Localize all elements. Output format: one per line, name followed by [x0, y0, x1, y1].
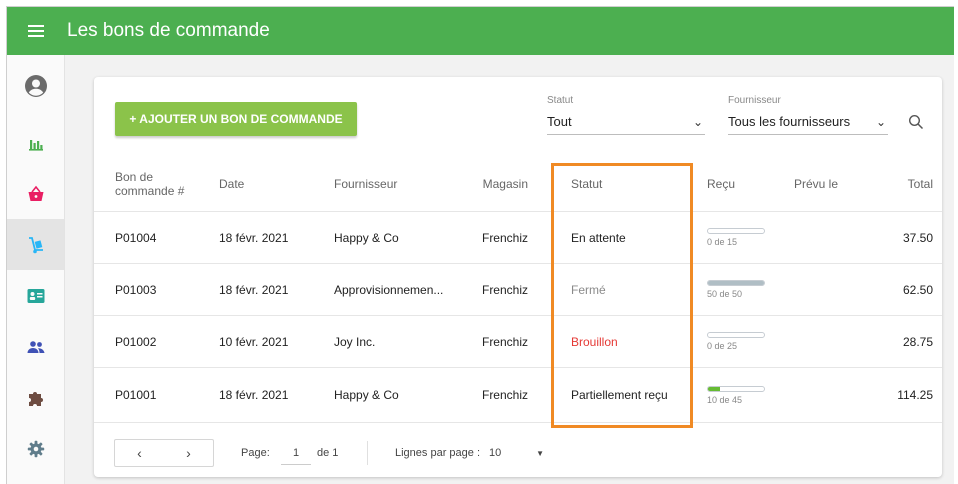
table-row[interactable]: P01001 18 févr. 2021 Happy & Co Frenchiz…	[94, 368, 942, 423]
status-badge: Partiellement reçu	[571, 388, 668, 402]
progress-bar	[707, 228, 765, 234]
table-row[interactable]: P01003 18 févr. 2021 Approvisionnemen...…	[94, 264, 942, 316]
received-count: 50 de 50	[707, 289, 743, 299]
sidebar-item-account[interactable]	[7, 55, 64, 117]
sidebar-item-reports[interactable]	[7, 117, 64, 168]
order-date: 18 févr. 2021	[219, 230, 289, 245]
received-count: 10 de 45	[707, 394, 743, 405]
sidebar-item-inventory[interactable]	[7, 219, 64, 270]
previous-page-button[interactable]: ‹	[115, 440, 164, 466]
supplier-filter[interactable]: Fournisseur Tous les fournisseurs ⌄	[728, 95, 888, 135]
sidebar-item-settings[interactable]	[7, 423, 64, 474]
received-count: 0 de 15	[707, 237, 738, 247]
contact-card-icon	[27, 288, 44, 303]
column-header-date[interactable]: Date	[219, 157, 244, 211]
column-header-expected[interactable]: Prévu le	[794, 157, 838, 211]
status-badge: Fermé	[571, 282, 606, 297]
table-footer: ‹ › Page: 1 de 1 Lignes par page : 10 ▼	[94, 432, 942, 472]
search-icon	[908, 114, 924, 130]
search-button[interactable]	[904, 110, 928, 134]
top-app-bar: Les bons de commande	[7, 7, 954, 55]
column-header-received[interactable]: Reçu	[707, 157, 735, 211]
chart-bar-icon	[28, 139, 43, 151]
order-total: 37.50	[902, 230, 933, 245]
next-page-button[interactable]: ›	[164, 440, 213, 466]
sidebar-item-employees[interactable]	[7, 321, 64, 372]
order-store: Frenchiz	[481, 334, 528, 349]
progress-fill	[708, 281, 764, 285]
sidebar	[7, 55, 65, 484]
status-filter-value: Tout	[547, 114, 572, 129]
order-supplier: Happy & Co	[334, 388, 399, 402]
footer-divider	[367, 441, 368, 465]
chevron-right-icon: ›	[186, 445, 191, 461]
received-progress: 10 de 45	[707, 368, 765, 422]
sidebar-item-customers[interactable]	[7, 270, 64, 321]
table-header: Bon de commande # Date Fournisseur Magas…	[94, 157, 942, 212]
pagination-controls: ‹ ›	[114, 439, 214, 467]
received-progress: 0 de 15	[707, 212, 765, 263]
hand-truck-icon	[28, 236, 43, 253]
order-supplier: Joy Inc.	[334, 334, 376, 349]
order-supplier: Approvisionnemen...	[334, 282, 444, 297]
column-header-total[interactable]: Total	[874, 157, 933, 211]
chevron-down-icon: ⌄	[875, 114, 886, 129]
order-total: 28.75	[902, 334, 933, 349]
page-label: Page:	[241, 447, 270, 459]
order-store: Frenchiz	[481, 282, 528, 297]
progress-bar	[707, 385, 765, 392]
sidebar-item-sales[interactable]	[7, 168, 64, 219]
chevron-left-icon: ‹	[137, 445, 142, 461]
order-number: P01003	[115, 282, 157, 297]
rows-per-page-select[interactable]: 10 ▼	[489, 439, 544, 467]
sidebar-item-integrations[interactable]	[7, 372, 64, 423]
table-row[interactable]: P01004 18 févr. 2021 Happy & Co Frenchiz…	[94, 212, 942, 264]
chevron-down-icon: ⌄	[692, 114, 703, 129]
page-number-input[interactable]: 1	[281, 441, 311, 465]
page-title: Les bons de commande	[67, 20, 270, 41]
order-store: Frenchiz	[481, 388, 528, 402]
order-store: Frenchiz	[481, 230, 528, 245]
account-circle-icon	[24, 75, 47, 97]
supplier-filter-label: Fournisseur	[728, 95, 781, 106]
order-date: 18 févr. 2021	[219, 388, 289, 402]
order-number: P01004	[115, 230, 157, 245]
basket-icon	[28, 185, 43, 201]
progress-fill	[708, 386, 721, 391]
order-number: P01002	[115, 334, 157, 349]
caret-down-icon: ▼	[536, 448, 544, 458]
app-window: Les bons de commande + AJOUTER UN BON DE…	[6, 6, 954, 484]
table-row[interactable]: P01002 10 févr. 2021 Joy Inc. Frenchiz B…	[94, 316, 942, 368]
status-badge: Brouillon	[571, 334, 618, 349]
order-date: 10 févr. 2021	[219, 334, 289, 349]
received-progress: 0 de 25	[707, 316, 765, 367]
order-supplier: Happy & Co	[334, 230, 399, 245]
order-total: 62.50	[902, 282, 933, 297]
status-filter[interactable]: Statut Tout ⌄	[547, 95, 705, 135]
hamburger-menu-icon[interactable]	[7, 7, 65, 55]
received-progress: 50 de 50	[707, 264, 765, 315]
puzzle-icon	[28, 391, 43, 406]
column-header-store[interactable]: Magasin	[464, 157, 528, 211]
column-header-order-number[interactable]: Bon de commande #	[115, 157, 185, 211]
order-number: P01001	[115, 388, 157, 402]
progress-bar	[707, 332, 765, 338]
status-filter-label: Statut	[547, 95, 574, 106]
purchase-orders-card: + AJOUTER UN BON DE COMMANDE Statut Tout…	[94, 77, 942, 477]
column-header-status[interactable]: Statut	[571, 157, 602, 211]
gear-icon	[27, 440, 44, 457]
people-icon	[27, 340, 44, 353]
column-header-supplier[interactable]: Fournisseur	[334, 157, 397, 211]
order-date: 18 févr. 2021	[219, 282, 289, 297]
page-count: de 1	[317, 447, 339, 459]
received-count: 0 de 25	[707, 341, 738, 351]
add-purchase-order-button[interactable]: + AJOUTER UN BON DE COMMANDE	[115, 102, 357, 136]
supplier-filter-value: Tous les fournisseurs	[728, 114, 851, 129]
rows-per-page-label: Lignes par page :	[395, 447, 481, 459]
order-total: 114.25	[897, 388, 933, 402]
rows-per-page-value: 10	[489, 447, 502, 459]
status-badge: En attente	[571, 230, 626, 245]
progress-bar	[707, 280, 765, 286]
